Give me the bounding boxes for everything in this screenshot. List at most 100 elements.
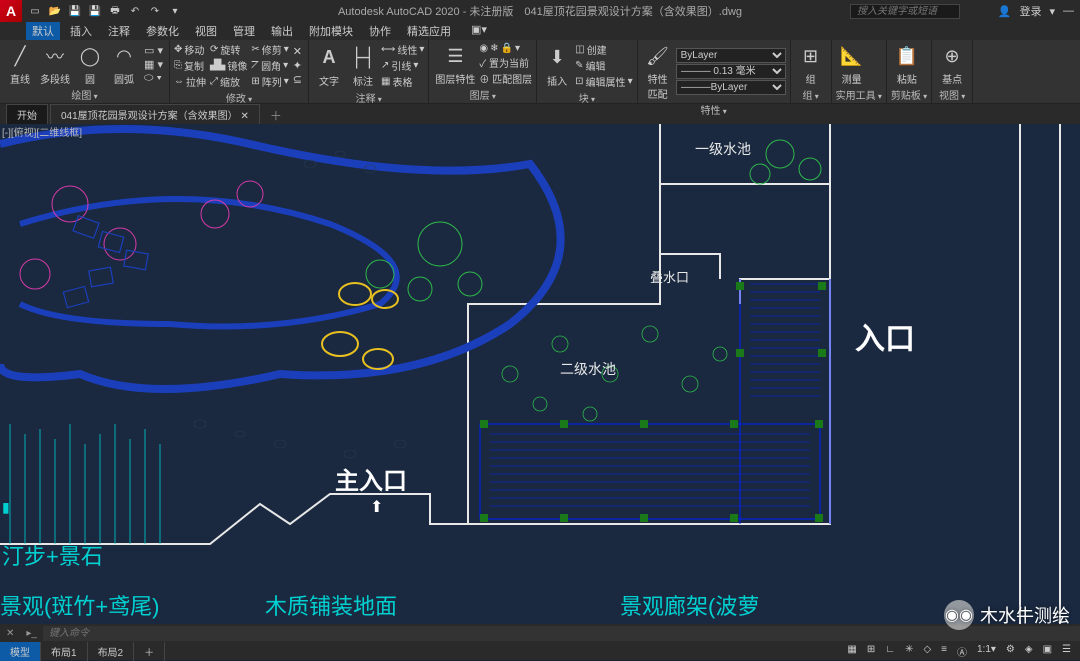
- status-custom-icon[interactable]: ☰: [1059, 644, 1074, 659]
- doc-tab-start[interactable]: 开始: [6, 104, 48, 124]
- doc-tab-file[interactable]: 041屋顶花园景观设计方案（含效果图） ✕: [50, 104, 260, 124]
- layer-ic4[interactable]: ▾: [515, 43, 520, 54]
- erase-icon[interactable]: ✕: [293, 45, 302, 58]
- tab-view[interactable]: 视图: [189, 22, 223, 40]
- arc-tool[interactable]: ◠圆弧: [108, 42, 140, 86]
- status-snap-icon[interactable]: ⊞: [864, 644, 878, 659]
- tab-featured[interactable]: 精选应用: [401, 22, 457, 40]
- scale-tool[interactable]: ⤢ 缩放: [210, 74, 247, 89]
- layer-ic2[interactable]: ❄: [490, 43, 498, 54]
- polyline-tool[interactable]: 〰多段线: [38, 42, 72, 86]
- layer-ic1[interactable]: ◉: [479, 43, 488, 54]
- block-insert-tool[interactable]: ⬇插入: [541, 44, 573, 88]
- tab-expand-icon[interactable]: ▣▾: [465, 22, 493, 40]
- tab-insert[interactable]: 插入: [64, 22, 98, 40]
- status-iso-icon[interactable]: ◈: [1022, 644, 1036, 659]
- group-tool[interactable]: ⊞组: [795, 42, 827, 86]
- circle-tool[interactable]: ◯圆: [74, 42, 106, 86]
- layer-match-tool[interactable]: ⊕ 匹配图层: [479, 71, 532, 86]
- move-tool[interactable]: ✥ 移动: [174, 42, 206, 57]
- paste-tool[interactable]: 📋粘贴: [891, 42, 923, 86]
- stretch-tool[interactable]: ⇔ 拉伸: [174, 74, 206, 89]
- mirror-tool[interactable]: ▟▙ 镜像: [210, 58, 247, 73]
- qat-redo-icon[interactable]: ↷: [148, 4, 162, 18]
- tab-addins[interactable]: 附加模块: [303, 22, 359, 40]
- qat-open-icon[interactable]: 📂: [48, 4, 62, 18]
- trim-tool[interactable]: ✂ 修剪 ▾: [251, 42, 288, 57]
- help-search-input[interactable]: [850, 4, 960, 19]
- panel-util-label[interactable]: 实用工具: [836, 86, 882, 102]
- status-anno-icon[interactable]: Ⓐ: [954, 644, 970, 659]
- fillet-tool[interactable]: ⦢ 圆角 ▾: [251, 58, 288, 73]
- tab-default[interactable]: 默认: [26, 22, 60, 40]
- login-link[interactable]: 登录: [1019, 3, 1041, 19]
- qat-saveas-icon[interactable]: 💾: [88, 4, 102, 18]
- linetype-select[interactable]: ———ByLayer: [676, 80, 786, 95]
- color-select[interactable]: ByLayer: [676, 48, 786, 63]
- offset-icon[interactable]: ⊆: [293, 73, 302, 86]
- caret-down-icon[interactable]: ▾: [1049, 5, 1055, 18]
- panel-annot-label[interactable]: 注释: [313, 89, 424, 105]
- measure-tool[interactable]: 📐测量: [836, 42, 868, 86]
- panel-clip-label[interactable]: 剪贴板: [891, 86, 927, 102]
- panel-group-label[interactable]: 组: [795, 86, 827, 102]
- block-create-tool[interactable]: ◫ 创建: [575, 42, 632, 57]
- status-gear-icon[interactable]: ⚙: [1003, 644, 1018, 659]
- app-logo[interactable]: A: [0, 0, 22, 22]
- block-edit-tool[interactable]: ✎ 编辑: [575, 58, 632, 73]
- table-tool[interactable]: ▦ 表格: [381, 74, 424, 89]
- qat-plot-icon[interactable]: 🖶: [108, 4, 122, 18]
- qat-new-icon[interactable]: ▭: [28, 4, 42, 18]
- minimize-icon[interactable]: —: [1063, 5, 1074, 17]
- layout-tab-add-icon[interactable]: ＋: [134, 642, 165, 661]
- status-polar-icon[interactable]: ✳: [902, 644, 916, 659]
- status-max-icon[interactable]: ▣: [1040, 644, 1055, 659]
- status-scale-icon[interactable]: 1:1▾: [974, 644, 999, 659]
- qat-undo-icon[interactable]: ↶: [128, 4, 142, 18]
- layout-tab-2[interactable]: 布局2: [88, 642, 135, 661]
- explode-icon[interactable]: ✦: [293, 59, 302, 72]
- status-osnap-icon[interactable]: ◇: [920, 644, 934, 659]
- panel-layer-label[interactable]: 图层: [433, 86, 532, 102]
- layout-tab-1[interactable]: 布局1: [41, 642, 88, 661]
- cmd-close-icon[interactable]: ✕: [0, 628, 20, 639]
- status-grid-icon[interactable]: ▦: [844, 644, 859, 659]
- viewport-controls[interactable]: [-][俯视][二维线框]: [2, 124, 82, 139]
- match-props-tool[interactable]: 🖌特性 匹配: [642, 42, 674, 101]
- rotate-tool[interactable]: ⟳ 旋转: [210, 42, 247, 57]
- array-tool[interactable]: ⊞ 阵列 ▾: [251, 74, 288, 89]
- command-input[interactable]: [43, 626, 1080, 641]
- panel-draw-label[interactable]: 绘图: [4, 86, 165, 102]
- status-ortho-icon[interactable]: ∟: [882, 644, 898, 659]
- block-attr-tool[interactable]: ⊡ 编辑属性 ▾: [575, 74, 632, 89]
- layout-tab-model[interactable]: 模型: [0, 642, 41, 661]
- qat-dropdown-icon[interactable]: ▾: [168, 4, 182, 18]
- panel-view-label[interactable]: 视图: [936, 86, 968, 102]
- doc-tab-add-icon[interactable]: ＋: [262, 107, 290, 124]
- lineweight-select[interactable]: ——— 0.13 毫米: [676, 64, 786, 79]
- panel-modify-label[interactable]: 修改: [174, 89, 304, 105]
- tab-collab[interactable]: 协作: [363, 22, 397, 40]
- drawing-canvas[interactable]: 一级水池 二级水池 叠水口 主入口 ⬆ 入口 汀步+景石 景观(斑竹+鸢尾) 木…: [0, 124, 1080, 624]
- layer-ic3[interactable]: 🔒: [501, 43, 513, 54]
- basepoint-tool[interactable]: ⊕基点: [936, 42, 968, 86]
- hatch-icon[interactable]: ▦ ▾: [144, 58, 163, 71]
- panel-block-label[interactable]: 块: [541, 89, 632, 105]
- dim-tool[interactable]: ├┤标注: [347, 44, 379, 88]
- ellipse-icon[interactable]: ⬭ ▾: [144, 72, 163, 85]
- qat-save-icon[interactable]: 💾: [68, 4, 82, 18]
- linear-tool[interactable]: ⟷ 线性 ▾: [381, 42, 424, 57]
- leader-tool[interactable]: ↗ 引线 ▾: [381, 58, 424, 73]
- copy-tool[interactable]: ⎘ 复制: [174, 58, 206, 73]
- user-icon[interactable]: 👤: [998, 5, 1012, 18]
- status-lwt-icon[interactable]: ≡: [938, 644, 950, 659]
- tab-output[interactable]: 输出: [265, 22, 299, 40]
- layer-current-tool[interactable]: ✓ 置为当前: [479, 55, 532, 70]
- text-tool[interactable]: A文字: [313, 44, 345, 88]
- line-tool[interactable]: ╱直线: [4, 42, 36, 86]
- rect-icon[interactable]: ▭ ▾: [144, 44, 163, 57]
- panel-props-label[interactable]: 特性: [642, 101, 786, 117]
- tab-annotate[interactable]: 注释: [102, 22, 136, 40]
- tab-param[interactable]: 参数化: [140, 22, 185, 40]
- tab-manage[interactable]: 管理: [227, 22, 261, 40]
